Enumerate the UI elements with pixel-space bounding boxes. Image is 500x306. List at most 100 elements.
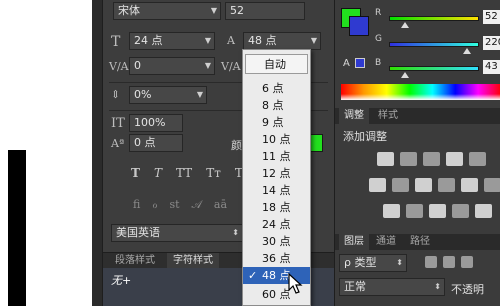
ligature-button[interactable]: fi (133, 198, 140, 212)
vibrance-icon[interactable] (369, 178, 386, 192)
leading-option[interactable]: 24 点 (243, 216, 310, 233)
chevron-updown-icon: ⬍ (232, 228, 239, 237)
font-family-value: 宋体 (118, 4, 140, 17)
mouse-cursor-icon (288, 272, 303, 294)
threshold-icon[interactable] (429, 204, 446, 218)
layer-filter-value: ρ 类型 (344, 256, 377, 269)
exposure-icon[interactable] (446, 152, 463, 166)
baseline-value: 0 点 (134, 136, 156, 149)
leading-option[interactable]: 14 点 (243, 182, 310, 199)
all-caps-button[interactable]: TT (176, 166, 192, 180)
tab-character-styles[interactable]: 字符样式 (167, 253, 219, 269)
baseline-shift-icon: ⇕ (111, 88, 121, 101)
chevron-updown-icon: ⬍ (434, 282, 441, 291)
language-value: 美国英语 (116, 226, 160, 239)
leading-option[interactable]: 36 点 (243, 250, 310, 267)
add-adjustment-title: 添加调整 (343, 130, 387, 143)
layer-filter-select[interactable]: ρ 类型 ⬍ (339, 254, 407, 272)
adjustment-filter-icon[interactable] (443, 256, 455, 268)
blend-mode-select[interactable]: 正常 ⬍ (339, 278, 445, 296)
faux-italic-button[interactable]: T (154, 166, 162, 180)
chevron-updown-icon: ⬍ (396, 258, 403, 267)
red-value[interactable]: 52 (483, 10, 500, 24)
leading-value: 48 点 (248, 34, 277, 47)
font-size-value: 24 点 (134, 34, 163, 47)
gradient-map-icon[interactable] (452, 204, 469, 218)
tab-paragraph-styles[interactable]: 段落样式 (109, 253, 161, 269)
green-slider-thumb[interactable] (463, 48, 471, 54)
red-label: R (375, 8, 382, 18)
color-lookup-icon[interactable] (484, 178, 500, 192)
text-style-buttons: T T TT Tт T¹ (131, 166, 248, 180)
baseline-shift-select[interactable]: 0% ▼ (129, 86, 207, 104)
leading-option[interactable]: 11 点 (243, 148, 310, 165)
baseline-shift-value: 0% (134, 88, 152, 101)
blue-slider[interactable] (389, 66, 479, 71)
leading-option[interactable]: 10 点 (243, 131, 310, 148)
green-slider[interactable] (389, 42, 479, 47)
posterize-icon[interactable] (406, 204, 423, 218)
background-color-swatch[interactable] (349, 16, 369, 36)
leading-dropdown-menu: 自动 6 点 8 点 9 点 10 点 11 点 12 点 14 点 18 点 … (242, 49, 311, 306)
tab-adjustments[interactable]: 调整 (339, 108, 369, 124)
style-item[interactable]: 无+ (111, 272, 131, 288)
tab-styles[interactable]: 样式 (373, 108, 403, 124)
green-label: G (375, 34, 382, 44)
layer-filter-icons (425, 256, 473, 268)
tracking-icon: V/A (221, 60, 241, 73)
photo-filter-icon[interactable] (438, 178, 455, 192)
leading-option[interactable]: 12 点 (243, 165, 310, 182)
color-balance-icon[interactable] (392, 178, 409, 192)
leading-option[interactable]: 18 点 (243, 199, 310, 216)
pixel-filter-icon[interactable] (425, 256, 437, 268)
vertical-scale-icon: IT (111, 116, 125, 131)
black-white-icon[interactable] (415, 178, 432, 192)
font-size-field[interactable]: 52 (225, 2, 305, 20)
check-icon: ✓ (248, 269, 258, 282)
font-family-select[interactable]: 宋体 ▼ (113, 2, 221, 20)
color-spectrum[interactable] (341, 84, 500, 100)
leading-option[interactable]: 8 点 (243, 97, 310, 114)
invert-icon[interactable] (383, 204, 400, 218)
curves-icon[interactable] (423, 152, 440, 166)
leading-option-auto[interactable]: 自动 (245, 54, 308, 74)
small-caps-button[interactable]: Tт (206, 166, 221, 180)
faux-bold-button[interactable]: T (131, 166, 140, 180)
chevron-down-icon: ▼ (204, 36, 211, 45)
adjustments-tabs: 调整 样式 (335, 108, 500, 124)
blue-value[interactable]: 43 (483, 60, 500, 74)
right-panels: A R 52 G 220 B 43 调整 样式 添加调整 图层 (334, 0, 500, 306)
green-value[interactable]: 220 (483, 36, 500, 50)
brightness-icon[interactable] (377, 152, 394, 166)
red-slider-thumb[interactable] (401, 22, 409, 28)
stylistic-alt-button[interactable]: aā (214, 198, 227, 212)
leading-select[interactable]: 48 点 ▼ (243, 32, 321, 50)
gradient-triangle-icon[interactable] (469, 152, 486, 166)
red-slider[interactable] (389, 16, 479, 21)
canvas-dark-shape (8, 150, 26, 306)
tab-paths[interactable]: 路径 (405, 234, 435, 250)
leading-icon: A (227, 34, 235, 47)
leading-option[interactable]: 9 点 (243, 114, 310, 131)
type-filter-icon[interactable] (461, 256, 473, 268)
tab-channels[interactable]: 通道 (371, 234, 401, 250)
layers-tabs: 图层 通道 路径 (335, 234, 500, 250)
baseline-field[interactable]: 0 点 (129, 134, 183, 152)
swash-button[interactable]: 𝒜 (192, 198, 202, 212)
leading-option[interactable]: 30 点 (243, 233, 310, 250)
font-size-select[interactable]: 24 点 ▼ (129, 32, 215, 50)
vertical-scale-field[interactable]: 100% (129, 114, 183, 132)
kerning-select[interactable]: 0 ▼ (129, 57, 215, 75)
leading-option[interactable]: 6 点 (243, 80, 310, 97)
blue-slider-thumb[interactable] (401, 72, 409, 78)
levels-icon[interactable] (400, 152, 417, 166)
selective-color-icon[interactable] (475, 204, 492, 218)
channel-mixer-icon[interactable] (461, 178, 478, 192)
language-select[interactable]: 美国英语 ⬍ (111, 224, 243, 242)
contextual-alt-button[interactable]: ℴ (152, 198, 157, 212)
gamut-swatch[interactable] (355, 58, 365, 68)
chevron-down-icon: ▼ (310, 36, 317, 45)
tab-layers[interactable]: 图层 (339, 234, 369, 250)
discretionary-ligature-button[interactable]: st (169, 198, 179, 212)
chevron-down-icon: ▼ (204, 61, 211, 70)
